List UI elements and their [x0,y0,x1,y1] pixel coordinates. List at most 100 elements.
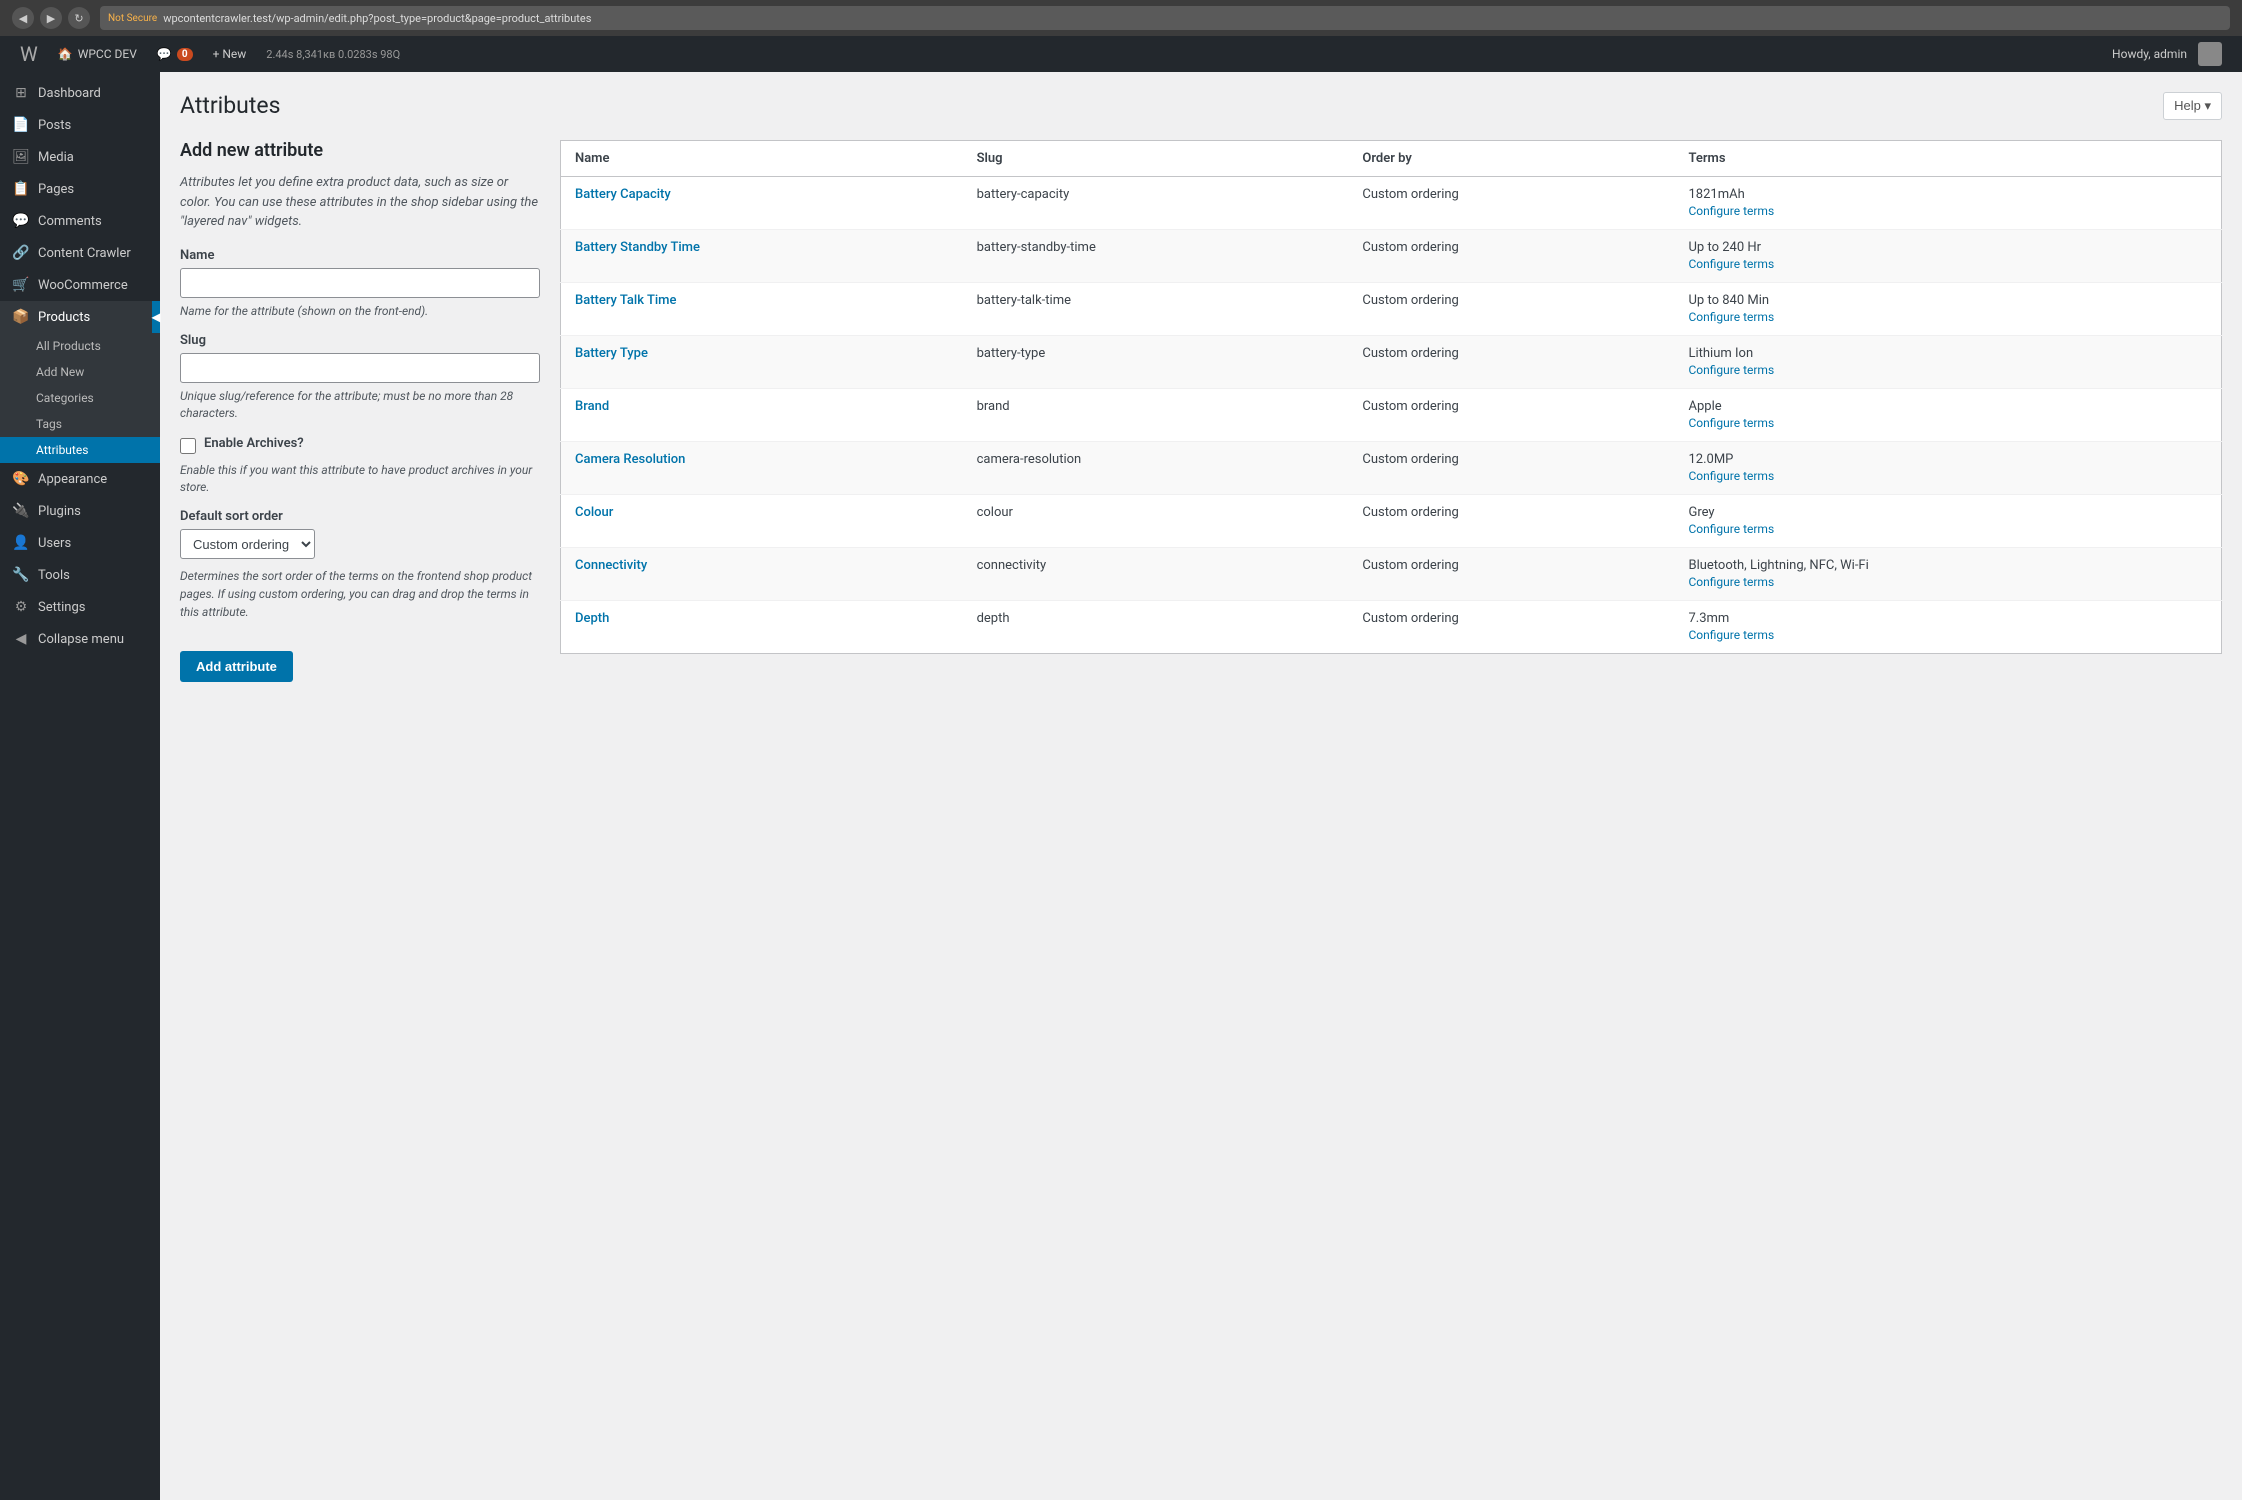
add-attribute-button[interactable]: Add attribute [180,651,293,682]
attr-slug-cell: connectivity [963,548,1349,601]
user-greeting[interactable]: Howdy, admin [2102,36,2232,72]
configure-terms-link[interactable]: Configure terms [1688,575,1774,589]
configure-terms-link[interactable]: Configure terms [1688,204,1774,218]
sidebar-item-tags[interactable]: Tags [0,411,160,437]
attr-name-link[interactable]: Battery Capacity [575,187,671,202]
attr-name-link[interactable]: Colour [575,505,613,520]
sidebar-label-pages: Pages [38,182,74,197]
help-button[interactable]: Help ▾ [2163,92,2222,120]
browser-nav[interactable]: ◀ ▶ ↻ [12,7,90,29]
sidebar-item-appearance[interactable]: 🎨 Appearance [0,463,160,495]
attr-order-cell: Custom ordering [1348,177,1674,230]
pages-icon: 📋 [12,181,30,197]
sidebar-item-collapse[interactable]: ◀ Collapse menu [0,623,160,655]
sort-order-label: Default sort order [180,509,540,524]
attr-order-cell: Custom ordering [1348,548,1674,601]
comments-icon: 💬 [157,47,172,61]
attr-order-cell: Custom ordering [1348,495,1674,548]
sidebar-item-woocommerce[interactable]: 🛒 WooCommerce [0,269,160,301]
sidebar-item-media[interactable]: 🖼 Media [0,141,160,173]
sidebar-label-content-crawler: Content Crawler [38,246,131,261]
wp-wrapper: ⊞ Dashboard 📄 Posts 🖼 Media 📋 Pages 💬 Co… [0,72,2242,1500]
attributes-table: Name Slug Order by Terms Battery Capacit… [560,140,2222,654]
attr-slug-cell: battery-talk-time [963,283,1349,336]
configure-terms-link[interactable]: Configure terms [1688,363,1774,377]
home-icon: 🏠 [58,47,73,61]
configure-terms-link[interactable]: Configure terms [1688,628,1774,642]
content-header: Attributes Help ▾ [160,72,2242,120]
sidebar-item-plugins[interactable]: 🔌 Plugins [0,495,160,527]
col-slug: Slug [963,141,1349,177]
settings-icon: ⚙ [12,599,30,615]
refresh-button[interactable]: ↻ [68,7,90,29]
enable-archives-checkbox[interactable] [180,438,196,454]
form-description: Attributes let you define extra product … [180,173,540,232]
sort-order-select[interactable]: Custom ordering Name Name (numeric) Term… [180,529,315,559]
sidebar-item-settings[interactable]: ⚙ Settings [0,591,160,623]
attr-name-link[interactable]: Battery Standby Time [575,240,700,255]
configure-terms-link[interactable]: Configure terms [1688,522,1774,536]
name-input[interactable] [180,268,540,298]
slug-input[interactable] [180,353,540,383]
forward-button[interactable]: ▶ [40,7,62,29]
attr-name-cell: Brand [561,389,963,442]
sort-order-field: Default sort order Custom ordering Name … [180,509,540,621]
attr-terms-cell: Bluetooth, Lightning, NFC, Wi-FiConfigur… [1674,548,2221,601]
woocommerce-icon: 🛒 [12,277,30,293]
sidebar-item-dashboard[interactable]: ⊞ Dashboard [0,77,160,109]
wp-logo[interactable]: W [10,42,48,66]
archives-note: Enable this if you want this attribute t… [180,462,540,496]
table-header-row: Name Slug Order by Terms [561,141,2222,177]
terms-value: Lithium Ion [1688,346,2207,361]
sidebar-item-comments[interactable]: 💬 Comments [0,205,160,237]
main-content: Attributes Help ▾ Add new attribute Attr… [160,72,2242,1500]
table-row: ColourcolourCustom orderingGreyConfigure… [561,495,2222,548]
sidebar-item-content-crawler[interactable]: 🔗 Content Crawler [0,237,160,269]
sidebar-item-posts[interactable]: 📄 Posts [0,109,160,141]
attr-name-cell: Depth [561,601,963,654]
terms-value: Up to 840 Min [1688,293,2207,308]
categories-label: Categories [36,391,94,405]
sidebar-item-tools[interactable]: 🔧 Tools [0,559,160,591]
configure-terms-link[interactable]: Configure terms [1688,257,1774,271]
stats-text: 2.44s 8,341кв 0.0283s 98Q [266,48,400,61]
all-products-label: All Products [36,339,101,353]
attr-terms-cell: 1821mAhConfigure terms [1674,177,2221,230]
name-note: Name for the attribute (shown on the fro… [180,303,540,320]
sidebar-item-categories[interactable]: Categories [0,385,160,411]
sidebar-label-collapse: Collapse menu [38,632,124,647]
back-button[interactable]: ◀ [12,7,34,29]
attr-name-link[interactable]: Battery Type [575,346,648,361]
terms-value: Apple [1688,399,2207,414]
slug-note: Unique slug/reference for the attribute;… [180,388,540,422]
sidebar-item-pages[interactable]: 📋 Pages [0,173,160,205]
attr-name-link[interactable]: Depth [575,611,609,626]
sidebar-label-appearance: Appearance [38,472,107,487]
attr-name-link[interactable]: Brand [575,399,609,414]
media-icon: 🖼 [12,149,30,165]
site-name-item[interactable]: 🏠 WPCC DEV [48,36,147,72]
stats-bar: 2.44s 8,341кв 0.0283s 98Q [256,48,410,61]
configure-terms-link[interactable]: Configure terms [1688,310,1774,324]
sidebar-item-users[interactable]: 👤 Users [0,527,160,559]
table-row: DepthdepthCustom ordering7.3mmConfigure … [561,601,2222,654]
configure-terms-link[interactable]: Configure terms [1688,469,1774,483]
sidebar-item-all-products[interactable]: All Products [0,333,160,359]
sidebar-item-attributes[interactable]: Attributes [0,437,160,463]
configure-terms-link[interactable]: Configure terms [1688,416,1774,430]
attr-name-link[interactable]: Battery Talk Time [575,293,676,308]
new-item[interactable]: + New [203,36,257,72]
attr-name-link[interactable]: Connectivity [575,558,647,573]
address-bar[interactable]: Not Secure wpcontentcrawler.test/wp-admi… [100,6,2230,30]
attributes-label: Attributes [36,443,88,457]
slug-label: Slug [180,333,540,348]
sidebar-item-products[interactable]: 📦 Products ◀ [0,301,160,333]
sidebar-item-add-new[interactable]: Add New [0,359,160,385]
attr-terms-cell: Apple Configure terms [1674,389,2221,442]
attr-name-cell: Battery Type [561,336,963,389]
comments-item[interactable]: 💬 0 [147,36,203,72]
enable-archives-row: Enable Archives? [180,436,540,454]
attr-name-link[interactable]: Camera Resolution [575,452,685,467]
attr-terms-cell: Up to 840 Min Configure terms [1674,283,2221,336]
attr-name-cell: Battery Capacity [561,177,963,230]
